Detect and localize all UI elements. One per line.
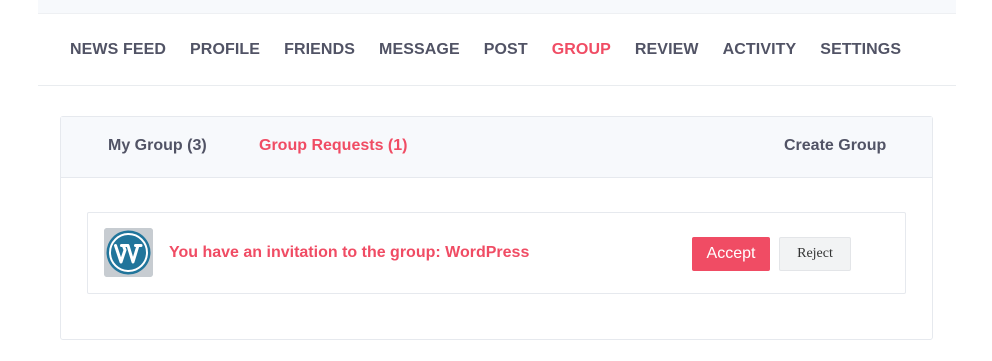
nav-item-review[interactable]: REVIEW [635,41,699,59]
reject-button[interactable]: Reject [779,237,851,271]
nav-item-friends[interactable]: FRIENDS [284,41,355,59]
tab-my-group[interactable]: My Group (3) [108,137,207,155]
tab-create-group[interactable]: Create Group [784,137,886,155]
invitation-prefix: You have an invitation to the group: [169,244,446,261]
nav-item-activity[interactable]: ACTIVITY [723,41,797,59]
nav-item-post[interactable]: POST [484,41,528,59]
profile-main-nav: NEWS FEED PROFILE FRIENDS MESSAGE POST G… [38,14,956,86]
wordpress-logo-icon [104,228,153,277]
nav-item-message[interactable]: MESSAGE [379,41,460,59]
accept-button[interactable]: Accept [692,237,770,271]
group-panel: My Group (3) Group Requests (1) Create G… [60,116,933,340]
nav-item-news-feed[interactable]: NEWS FEED [70,41,166,59]
group-tab-bar: My Group (3) Group Requests (1) Create G… [61,117,932,178]
top-banner-strip [38,0,956,14]
group-invitation-card: You have an invitation to the group: Wor… [87,212,906,294]
tab-group-requests[interactable]: Group Requests (1) [259,137,407,155]
invitation-message: You have an invitation to the group: Wor… [169,244,529,262]
nav-item-group[interactable]: GROUP [552,41,611,59]
invitation-group-name[interactable]: WordPress [445,244,529,261]
nav-item-profile[interactable]: PROFILE [190,41,260,59]
nav-item-settings[interactable]: SETTINGS [820,41,901,59]
